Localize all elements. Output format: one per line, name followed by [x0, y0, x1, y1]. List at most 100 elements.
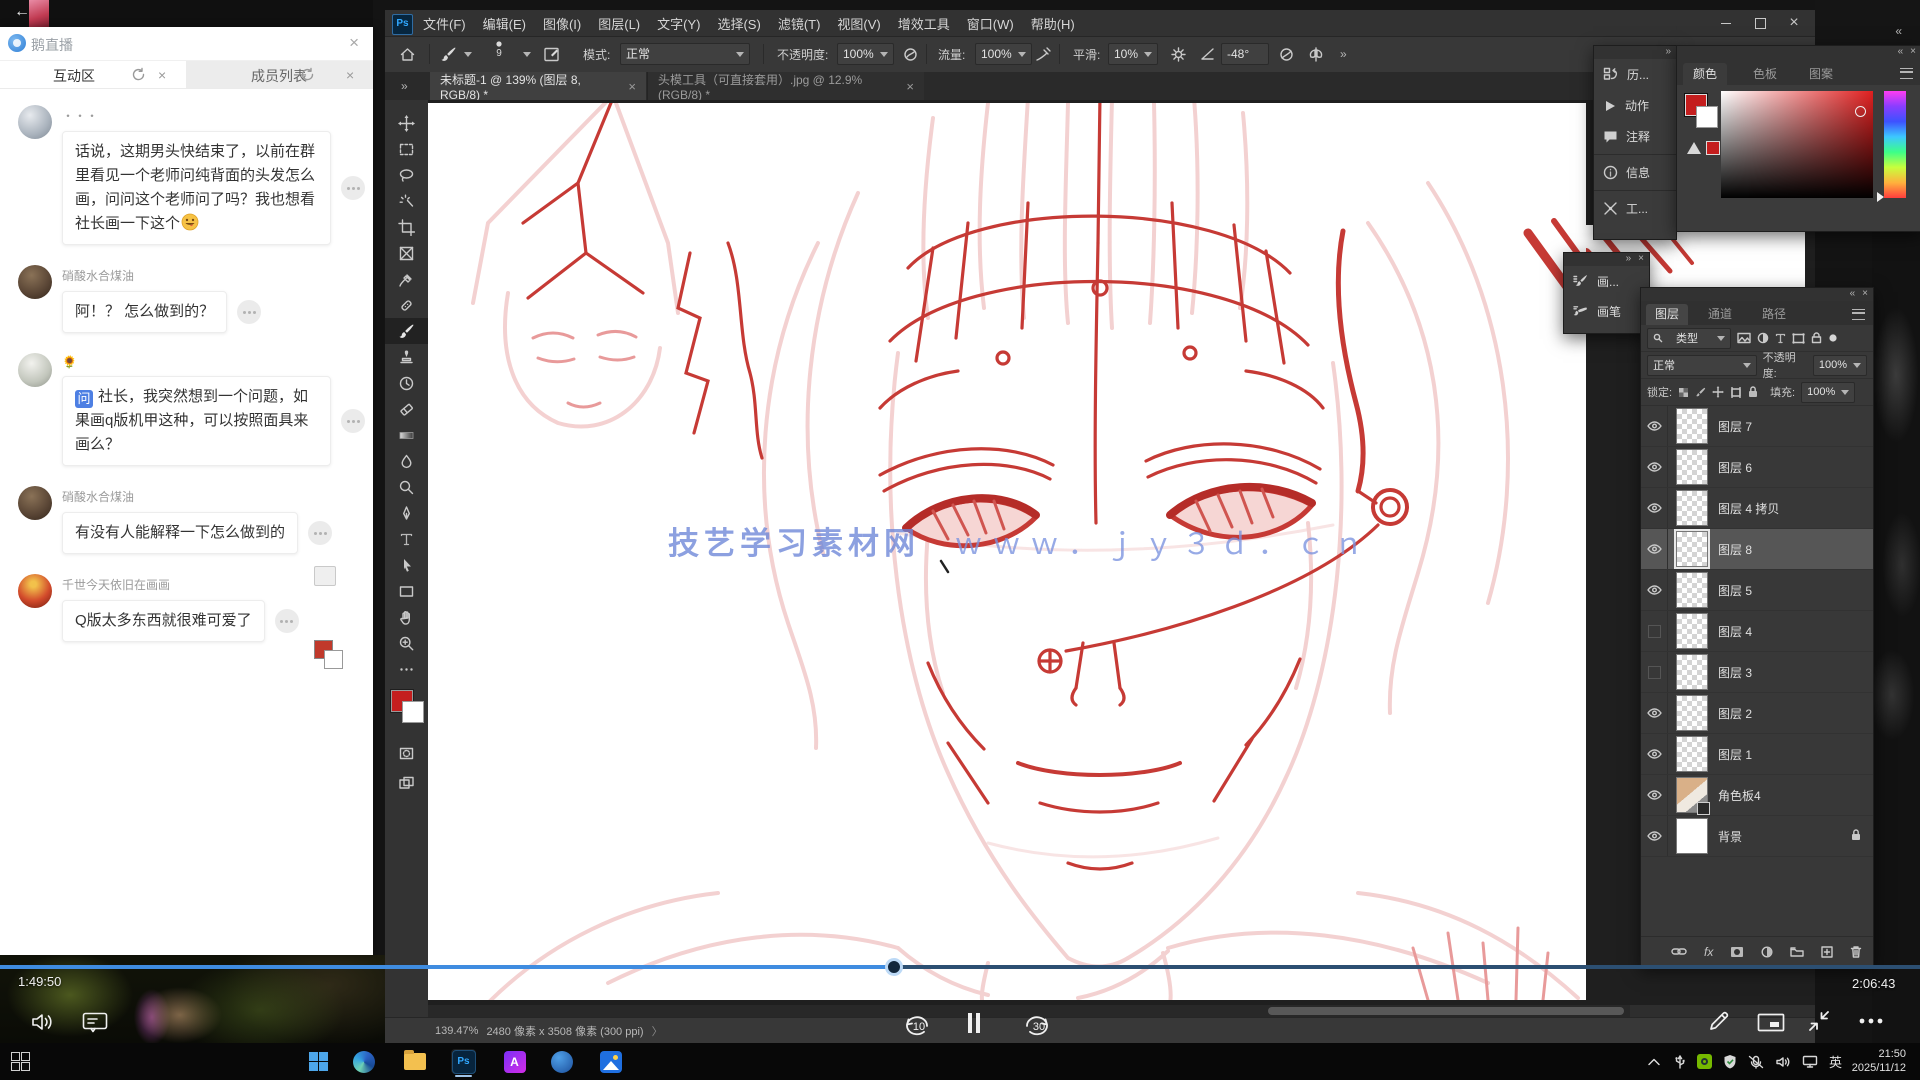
network-icon[interactable]: [1802, 1055, 1818, 1068]
speaker-icon[interactable]: [1775, 1055, 1791, 1069]
layer-row[interactable]: 图层 3: [1641, 652, 1873, 693]
hue-slider[interactable]: [1884, 91, 1906, 198]
home-icon[interactable]: [399, 37, 416, 71]
smoothing-gear-icon[interactable]: [1171, 37, 1186, 71]
opacity-pressure-icon[interactable]: [902, 37, 919, 71]
filter-type-text-icon[interactable]: [1775, 333, 1786, 344]
doc-tab-close-icon[interactable]: ×: [628, 79, 636, 94]
tool-crop[interactable]: [385, 214, 428, 240]
photoshop-taskbar-icon[interactable]: Ps: [451, 1049, 476, 1074]
lock-pixels-icon[interactable]: [1695, 387, 1706, 398]
visibility-eye-icon[interactable]: [1641, 652, 1668, 692]
forward-30-button[interactable]: 30: [1022, 1012, 1056, 1038]
avatar[interactable]: [18, 486, 52, 520]
mic-muted-icon[interactable]: [1748, 1055, 1764, 1069]
pause-button[interactable]: [966, 1012, 982, 1034]
avatar[interactable]: [18, 105, 52, 139]
new-layer-icon[interactable]: [1821, 946, 1833, 958]
tool-rect-marquee[interactable]: [385, 136, 428, 162]
menu-select[interactable]: 选择(S): [717, 14, 760, 33]
tab-overflow-icon[interactable]: »: [391, 72, 418, 100]
doc-tab-close-icon[interactable]: ×: [906, 79, 914, 94]
tab-paths[interactable]: 路径: [1753, 304, 1795, 325]
message-bubble[interactable]: 问社长，我突然想到一个问题，如果画q版机甲这种，可以按照面具来画么？: [62, 376, 331, 466]
canvas-artwork[interactable]: 技艺学习素材网 ｗｗｗ．ｊｙ３ｄ．ｃｎ: [428, 103, 1586, 1000]
options-overflow-icon[interactable]: »: [1340, 37, 1347, 71]
collapse-icon[interactable]: »: [1665, 46, 1671, 57]
tab-patterns[interactable]: 图案: [1799, 63, 1843, 85]
layer-row[interactable]: 角色板4: [1641, 775, 1873, 816]
maximize-button[interactable]: [1745, 10, 1775, 36]
defender-shield-icon[interactable]: [1723, 1054, 1737, 1069]
nvidia-tray-icon[interactable]: [1697, 1054, 1712, 1069]
tool-gradient[interactable]: [385, 422, 428, 448]
tool-dodge[interactable]: [385, 474, 428, 500]
close-panel-icon[interactable]: ×: [1910, 46, 1916, 57]
message-bubble[interactable]: 有没有人能解释一下怎么做到的: [62, 512, 298, 554]
layer-fill-select[interactable]: 100%: [1801, 382, 1855, 403]
blend-mode-select[interactable]: 正常: [1647, 355, 1757, 376]
status-expand-icon[interactable]: 〉: [652, 1023, 663, 1039]
lock-transparency-icon[interactable]: [1678, 387, 1689, 398]
taskbar-clock[interactable]: 21:50 2025/11/12: [1852, 1047, 1906, 1075]
video-progress-bar[interactable]: [0, 965, 1920, 969]
message-bubble[interactable]: Q版太多东西就很难可爱了: [62, 600, 265, 642]
actions-panel-button[interactable]: 动作: [1594, 90, 1676, 121]
filter-adjustment-icon[interactable]: [1757, 332, 1769, 344]
quick-mask-icon[interactable]: [385, 740, 428, 766]
layer-row[interactable]: 图层 7: [1641, 406, 1873, 447]
visibility-eye-icon[interactable]: [1641, 816, 1668, 856]
zoom-level[interactable]: 139.47%: [435, 1025, 478, 1037]
menu-window[interactable]: 窗口(W): [967, 14, 1014, 33]
tool-history-brush[interactable]: [385, 370, 428, 396]
minimize-button[interactable]: [1711, 10, 1741, 36]
visibility-eye-icon[interactable]: [1641, 488, 1668, 528]
brushes-panel-button[interactable]: 画笔: [1564, 296, 1649, 326]
layer-row[interactable]: 图层 2: [1641, 693, 1873, 734]
file-explorer-icon[interactable]: [402, 1049, 427, 1074]
tool-move[interactable]: [385, 110, 428, 136]
layer-row[interactable]: 图层 5: [1641, 570, 1873, 611]
history-panel-button[interactable]: 历...: [1594, 59, 1676, 90]
document-tab-reference[interactable]: 头模工具（可直接套用）.jpg @ 12.9%(RGB/8) * ×: [647, 72, 924, 100]
pencil-note-icon[interactable]: [1706, 1008, 1732, 1034]
menu-type[interactable]: 文字(Y): [657, 14, 700, 33]
visibility-eye-icon[interactable]: [1641, 447, 1668, 487]
tool-brush[interactable]: [385, 318, 428, 344]
visibility-eye-icon[interactable]: [1641, 406, 1668, 446]
more-controls-icon[interactable]: [1858, 1018, 1884, 1024]
tab-interaction[interactable]: 互动区 ×: [0, 61, 186, 88]
size-pressure-icon[interactable]: [1278, 37, 1295, 71]
menu-plugins[interactable]: 增效工具: [898, 14, 950, 33]
close-button[interactable]: ×: [1779, 10, 1809, 36]
edge-browser-icon[interactable]: [351, 1049, 376, 1074]
menu-file[interactable]: 文件(F): [423, 14, 466, 33]
filter-shape-icon[interactable]: [1792, 333, 1805, 344]
lock-position-icon[interactable]: [1712, 386, 1724, 398]
tab-swatches[interactable]: 色板: [1743, 63, 1787, 85]
edit-toolbar-icon[interactable]: [385, 656, 428, 682]
lock-artboard-icon[interactable]: [1730, 387, 1742, 398]
filter-toggle-icon[interactable]: [1828, 333, 1838, 343]
message-bubble[interactable]: 阿！？ 怎么做到的？: [62, 291, 227, 333]
visibility-eye-icon[interactable]: [1641, 734, 1668, 774]
delete-layer-icon[interactable]: [1850, 945, 1862, 958]
tab-color[interactable]: 颜色: [1683, 63, 1727, 85]
danmaku-toggle-icon[interactable]: [82, 1012, 108, 1033]
menu-layer[interactable]: 图层(L): [598, 14, 640, 33]
menu-help[interactable]: 帮助(H): [1031, 14, 1075, 33]
menu-image[interactable]: 图像(I): [543, 14, 581, 33]
usb-icon[interactable]: [1674, 1054, 1686, 1069]
layer-row-selected[interactable]: 图层 8: [1641, 529, 1873, 570]
screen-mode-icon[interactable]: [385, 770, 428, 796]
tool-eyedropper[interactable]: [385, 266, 428, 292]
chat-close-icon[interactable]: ×: [349, 33, 359, 53]
symmetry-icon[interactable]: [1307, 37, 1325, 71]
corner-start-icon[interactable]: [8, 1049, 33, 1074]
visibility-eye-icon[interactable]: [1641, 775, 1668, 815]
subtitle-panel-icon[interactable]: [1757, 1013, 1785, 1032]
filter-pixel-icon[interactable]: [1737, 332, 1751, 344]
layer-row[interactable]: 图层 1: [1641, 734, 1873, 775]
collapse-panel-icon[interactable]: «: [1850, 288, 1856, 299]
layer-style-icon[interactable]: fx: [1704, 945, 1713, 959]
